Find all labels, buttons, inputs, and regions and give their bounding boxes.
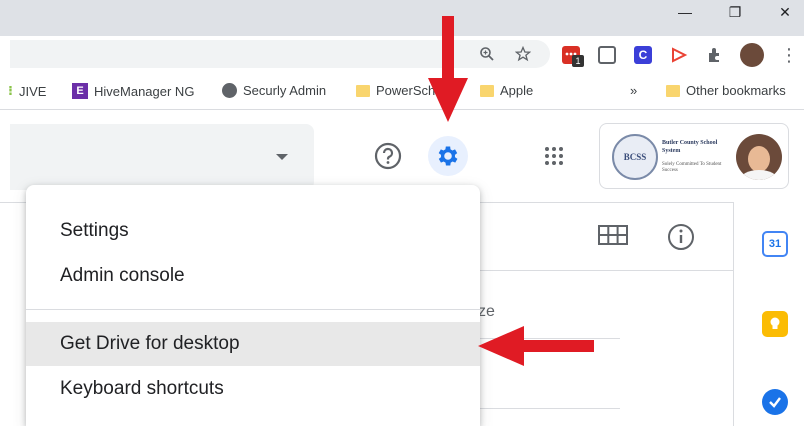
settings-button[interactable] <box>428 136 468 176</box>
folder-icon <box>666 84 680 97</box>
folder-icon <box>356 84 370 97</box>
shield-extension-icon[interactable] <box>598 46 616 64</box>
school-tagline: Solely Committed To Student Success <box>662 162 722 173</box>
avatar[interactable] <box>736 134 782 180</box>
row-divider <box>480 408 620 409</box>
lastpass-extension-icon[interactable]: 1 <box>562 46 584 67</box>
menu-item-get-drive-for-desktop[interactable]: Get Drive for desktop <box>26 322 480 366</box>
tasks-icon[interactable] <box>762 389 788 415</box>
browser-titlebar: — ❐ ✕ <box>0 0 804 36</box>
menu-item-admin-console[interactable]: Admin console <box>26 254 480 298</box>
search-drive-input[interactable] <box>10 124 314 190</box>
bookmarks-bar: ⁝ JIVE E HiveManager NG Securly Admin Po… <box>0 72 804 110</box>
column-header-size[interactable]: ze <box>478 303 495 321</box>
info-icon[interactable] <box>666 222 696 257</box>
calendar-icon[interactable]: 31 <box>762 231 788 257</box>
globe-icon <box>222 83 237 98</box>
content-header-divider <box>480 270 734 271</box>
play-extension-icon[interactable] <box>670 46 688 64</box>
down-arrow-annotation <box>428 16 468 122</box>
gear-icon <box>438 146 458 166</box>
bookmark-apple[interactable]: Apple <box>480 83 533 98</box>
star-icon[interactable] <box>514 45 532 64</box>
keep-icon[interactable] <box>762 311 788 337</box>
help-icon <box>374 142 402 170</box>
close-window-button[interactable]: ✕ <box>770 4 800 22</box>
menu-item-settings[interactable]: Settings <box>26 209 480 253</box>
support-button[interactable] <box>368 136 408 176</box>
bookmark-other[interactable]: Other bookmarks <box>666 83 786 98</box>
profile-avatar-icon[interactable] <box>740 43 764 67</box>
extension-badge: 1 <box>572 55 584 67</box>
menu-item-keyboard-shortcuts[interactable]: Keyboard shortcuts <box>26 367 480 411</box>
browser-toolbar: 1 C ⋮ <box>0 36 804 72</box>
school-seal-logo: BCSS <box>612 134 658 180</box>
bookmark-jive[interactable]: ⁝ JIVE <box>8 83 46 99</box>
search-options-icon[interactable] <box>276 154 288 160</box>
bookmark-hivemanager[interactable]: E HiveManager NG <box>72 83 194 99</box>
jive-icon: ⁝ <box>8 83 13 98</box>
minimize-button[interactable]: — <box>670 4 700 22</box>
extreme-icon: E <box>72 83 88 99</box>
side-panel-divider <box>733 203 734 426</box>
puzzle-icon[interactable] <box>706 46 724 64</box>
grid-view-icon[interactable] <box>598 222 628 253</box>
account-switcher[interactable]: BCSS Butler County School System Solely … <box>599 123 789 189</box>
google-apps-button[interactable] <box>534 136 574 176</box>
apps-grid-icon <box>545 147 563 165</box>
menu-divider <box>26 309 480 310</box>
c-extension-icon[interactable]: C <box>634 46 652 64</box>
bookmarks-overflow[interactable]: » <box>630 83 637 98</box>
chrome-menu-icon[interactable]: ⋮ <box>780 46 798 64</box>
bookmark-securly[interactable]: Securly Admin <box>222 83 326 98</box>
left-arrow-annotation <box>478 326 594 366</box>
school-name: Butler County School System <box>662 140 718 154</box>
zoom-icon[interactable] <box>478 46 496 64</box>
restore-button[interactable]: ❐ <box>720 4 750 22</box>
folder-icon <box>480 84 494 97</box>
settings-menu: Settings Admin console Get Drive for des… <box>26 185 480 426</box>
